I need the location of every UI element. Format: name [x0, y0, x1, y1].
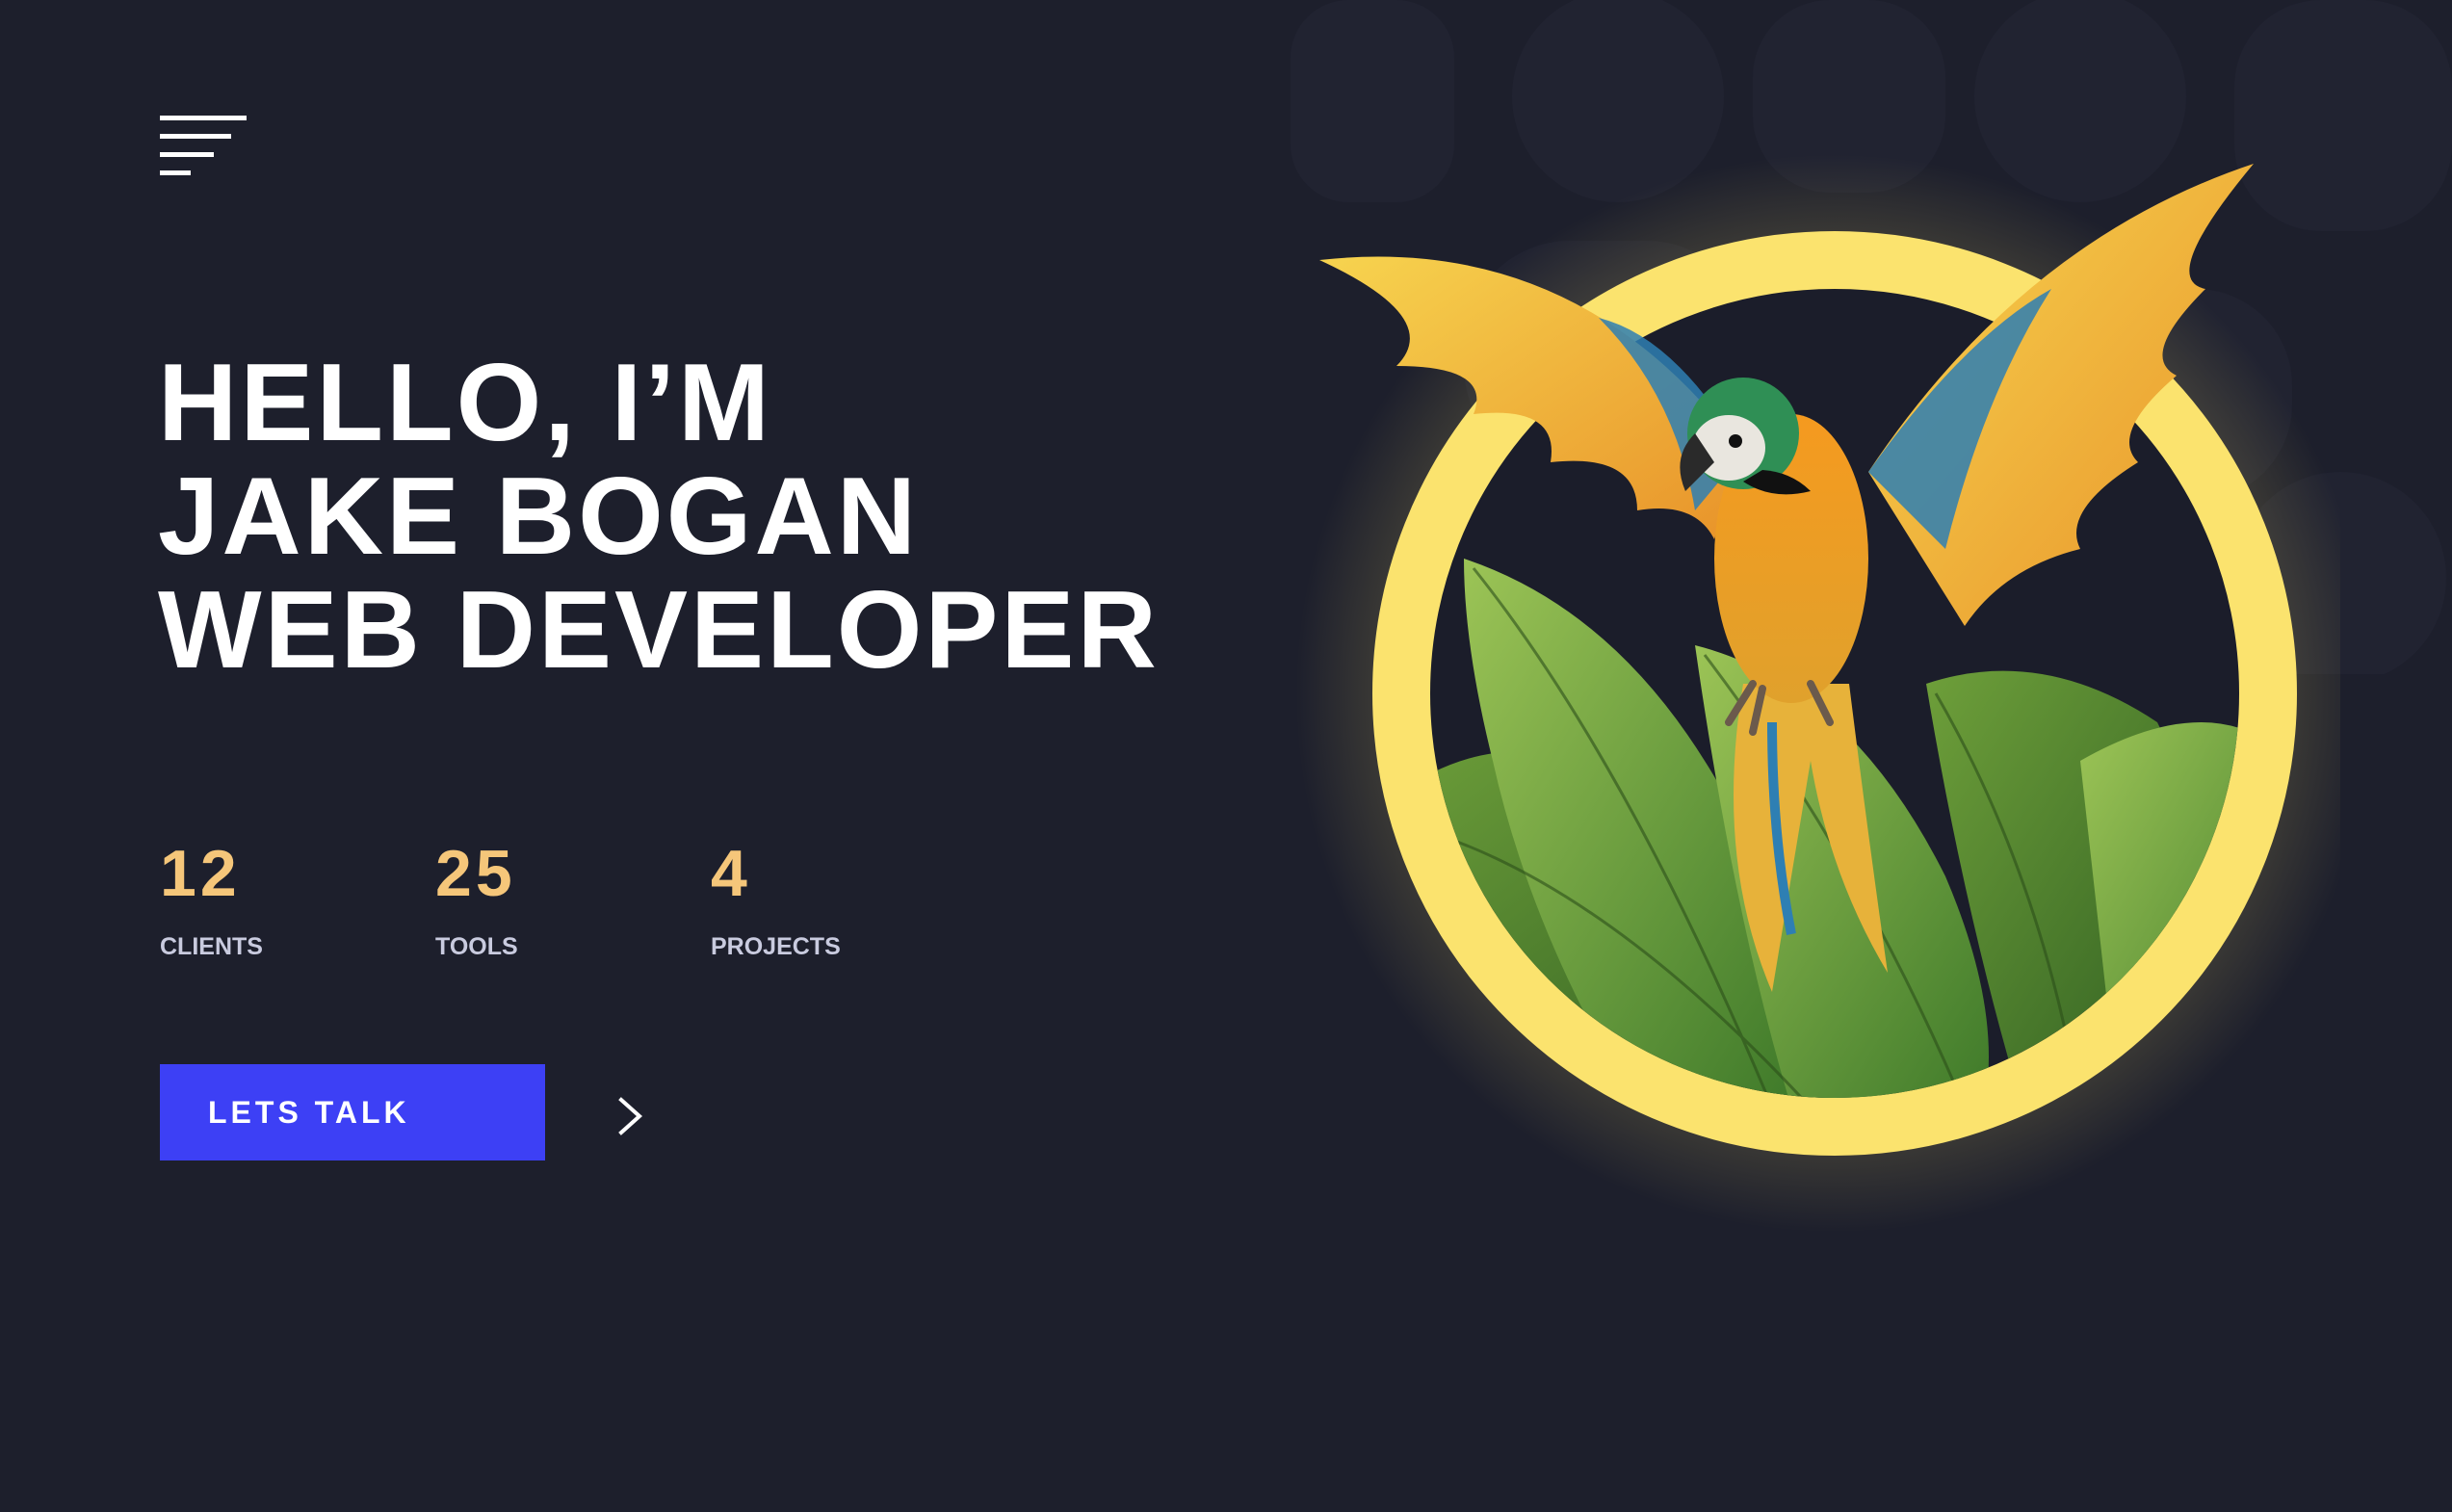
hero-title: HELLO, I’M JAKE BOGAN WEB DEVELOPER — [158, 347, 1160, 688]
parrot-illustration — [1295, 154, 2340, 1233]
stat-projects-label: PROJECTS — [711, 933, 841, 960]
stat-clients-label: CLIENTS — [160, 933, 263, 960]
menu-bar — [160, 152, 214, 157]
landing-page: HELLO, I’M JAKE BOGAN WEB DEVELOPER 12 C… — [0, 0, 2452, 1512]
stat-tools: 25 TOOLS — [435, 834, 711, 961]
chevron-right-icon — [618, 1097, 642, 1135]
stat-projects: 4 PROJECTS — [711, 834, 986, 961]
stats-row: 12 CLIENTS 25 TOOLS 4 PROJECTS — [160, 834, 986, 961]
stat-tools-value: 25 — [435, 837, 516, 910]
stat-clients-value: 12 — [160, 837, 241, 910]
menu-bar — [160, 170, 191, 175]
stat-clients: 12 CLIENTS — [160, 834, 435, 961]
stat-tools-label: TOOLS — [435, 933, 518, 960]
hero-title-line-3: WEB DEVELOPER — [158, 569, 1160, 691]
lets-talk-button[interactable]: LETS TALK — [160, 1064, 642, 1160]
hero-title-line-1: HELLO, I’M — [158, 342, 772, 464]
lets-talk-label: LETS TALK — [208, 1094, 410, 1130]
menu-bar — [160, 116, 247, 120]
hamburger-menu-icon[interactable] — [160, 116, 250, 177]
hero-title-line-2: JAKE BOGAN — [158, 456, 920, 578]
menu-bar — [160, 134, 231, 139]
stat-projects-value: 4 — [711, 837, 751, 910]
